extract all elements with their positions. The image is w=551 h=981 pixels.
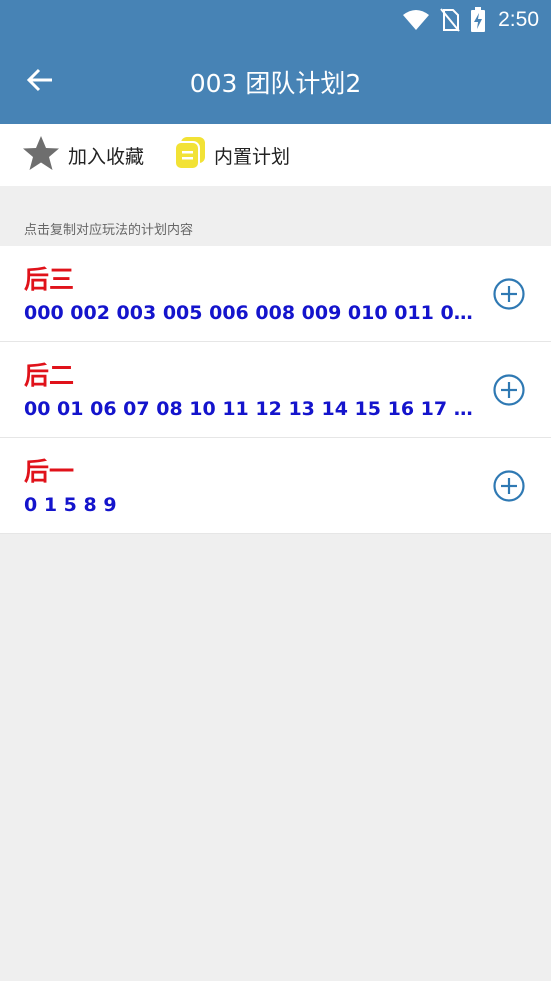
app-bar: 003 团队计划2	[0, 40, 551, 124]
plus-circle-icon	[493, 470, 525, 506]
no-sim-icon	[440, 8, 460, 32]
plus-circle-icon	[493, 374, 525, 410]
copy-hint: 点击复制对应玩法的计划内容	[24, 223, 194, 238]
plan-title: 后三	[24, 265, 75, 294]
status-bar: 2:50	[0, 0, 551, 40]
list-item[interactable]: 后三 000 002 003 005 006 008 009 010 011 0…	[0, 246, 551, 342]
page-title: 003 团队计划2	[189, 69, 362, 98]
plus-circle-icon	[493, 278, 525, 314]
plan-list: 后三 000 002 003 005 006 008 009 010 011 0…	[0, 246, 551, 534]
arrow-left-icon	[26, 68, 54, 96]
plan-title: 后一	[24, 457, 75, 486]
plan-numbers: 0 1 5 8 9	[24, 494, 117, 516]
list-item[interactable]: 后二 00 01 06 07 08 10 11 12 13 14 15 16 1…	[0, 342, 551, 438]
action-bar: 加入收藏 内置计划	[0, 124, 551, 186]
wifi-icon	[402, 9, 430, 31]
builtin-plan-label: 内置计划	[214, 145, 291, 168]
add-favorite-label: 加入收藏	[68, 145, 145, 168]
document-stack-icon	[174, 136, 206, 174]
plan-numbers: 00 01 06 07 08 10 11 12 13 14 15 16 17 1…	[24, 398, 484, 420]
back-button[interactable]	[18, 60, 62, 104]
add-button[interactable]	[493, 470, 525, 502]
battery-charging-icon	[470, 7, 486, 33]
builtin-plan-button[interactable]: 内置计划	[144, 124, 290, 186]
status-icons: 2:50	[402, 6, 539, 34]
plan-title: 后二	[24, 361, 75, 390]
plan-numbers: 000 002 003 005 006 008 009 010 011 012 …	[24, 302, 484, 324]
add-favorite-button[interactable]: 加入收藏	[0, 124, 144, 186]
star-icon	[22, 135, 60, 175]
status-time: 2:50	[498, 8, 539, 31]
list-item[interactable]: 后一 0 1 5 8 9	[0, 438, 551, 534]
add-button[interactable]	[493, 278, 525, 310]
add-button[interactable]	[493, 374, 525, 406]
